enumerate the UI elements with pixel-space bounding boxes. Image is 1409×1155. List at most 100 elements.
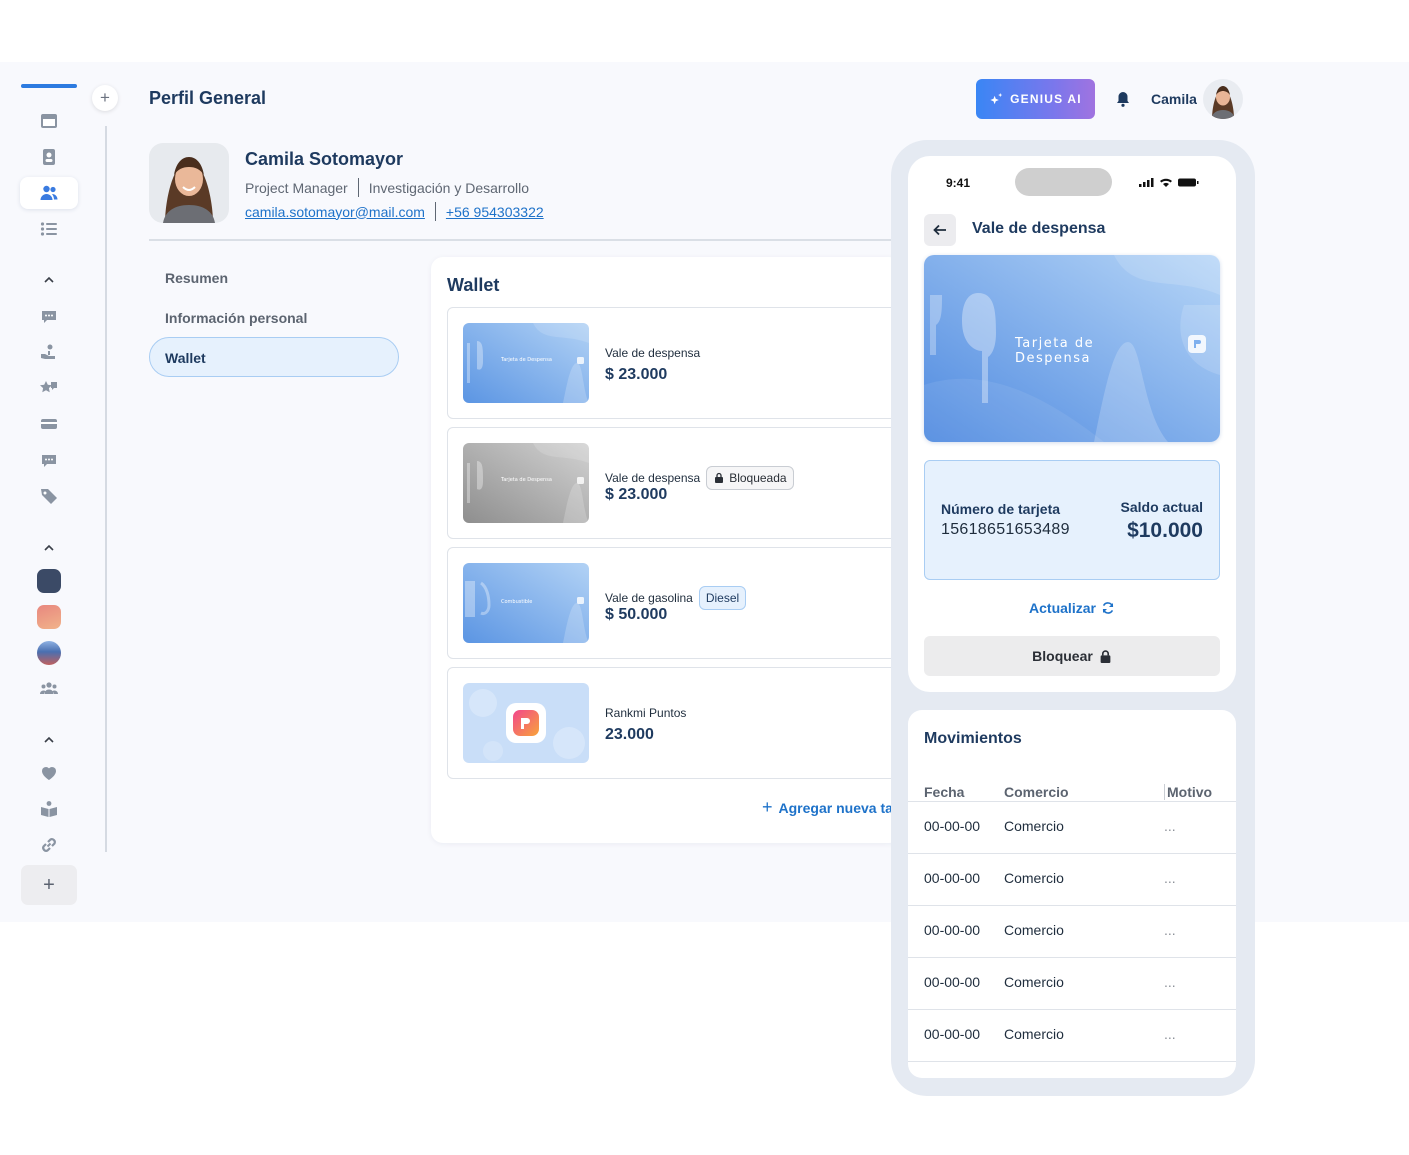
chat-icon [42, 311, 56, 323]
card-text-line2: Despensa [1015, 351, 1091, 366]
card-thumbnail [463, 683, 589, 763]
profile-divider [149, 239, 899, 241]
refresh-label: Actualizar [1029, 600, 1096, 616]
cell-reason: ... [1164, 1026, 1176, 1042]
rail-app-3[interactable] [20, 637, 78, 669]
cell-merchant: Comercio [1004, 974, 1064, 990]
rail-chat[interactable] [20, 300, 78, 332]
star-chat-icon [40, 381, 57, 393]
lock-icon [715, 472, 724, 483]
nav-wallet[interactable]: Wallet [149, 337, 399, 377]
cell-reason: ... [1164, 922, 1176, 938]
add-card-button[interactable]: + Agregar nueva tarjeta [762, 797, 901, 818]
profile-photo [149, 143, 229, 223]
table-row[interactable]: 00-00-00 Comercio ... [908, 1010, 1236, 1062]
card-thumbnail: Tarjeta de Despensa [463, 323, 589, 403]
status-icons [1139, 178, 1199, 187]
book-icon [41, 801, 57, 817]
group-icon [40, 682, 58, 694]
card-text-line1: Tarjeta de [1014, 336, 1094, 351]
wallet-card[interactable]: Tarjeta de Despensa Vale de despensa Blo… [447, 427, 901, 539]
column-header[interactable]: Fecha [924, 784, 964, 800]
column-header[interactable]: Comercio [1004, 784, 1069, 800]
card-number-label: Número de tarjeta [941, 501, 1061, 517]
balance-label: Saldo actual [1120, 499, 1203, 515]
rail-section-collapse[interactable] [20, 264, 78, 296]
rail-links[interactable] [20, 829, 78, 861]
rail-section-collapse[interactable] [20, 532, 78, 564]
bell-icon[interactable] [1114, 90, 1132, 108]
status-badge: Bloqueada [706, 466, 794, 490]
nav-resumen[interactable]: Resumen [165, 270, 228, 286]
rail-favorites[interactable] [20, 757, 78, 789]
rail-app-1[interactable] [20, 565, 78, 597]
badge-text: Bloqueada [729, 471, 787, 485]
movements-panel: Movimientos Fecha Comercio Motivo 00-00-… [908, 710, 1236, 1078]
profile-email-link[interactable]: camila.sotomayor@mail.com [245, 204, 425, 220]
table-row[interactable]: 00-00-00 Comercio ... [908, 906, 1236, 958]
genius-ai-button[interactable]: GENIUS AI [976, 79, 1095, 119]
user-name[interactable]: Camila [1151, 91, 1197, 107]
wallet-card[interactable]: Rankmi Puntos 23.000 [447, 667, 901, 779]
rail-people[interactable] [20, 177, 78, 209]
rail-messages[interactable] [20, 444, 78, 476]
table-row[interactable]: 00-00-00 Comercio ... [908, 958, 1236, 1010]
badge-text: Diesel [705, 591, 740, 605]
rail-benefits[interactable] [20, 336, 78, 368]
cell-date: 00-00-00 [924, 818, 981, 834]
nav-informacion-personal[interactable]: Información personal [165, 310, 307, 326]
cell-date: 00-00-00 [924, 974, 981, 990]
left-rail: + [20, 84, 78, 914]
table-row[interactable]: 00-00-00 Comercio ... [908, 802, 1236, 854]
rail-card[interactable] [20, 408, 78, 440]
credit-card-icon [41, 419, 57, 429]
rail-app-2[interactable] [20, 601, 78, 633]
dynamic-island [1015, 168, 1112, 196]
card-label-text: Rankmi Puntos [605, 706, 687, 720]
wallet-card[interactable]: Tarjeta de Despensa Vale de despensa $ 2… [447, 307, 901, 419]
card-label: Rankmi Puntos [605, 706, 686, 720]
people-icon [40, 185, 58, 200]
rail-learning[interactable] [20, 793, 78, 825]
rail-contacts[interactable] [20, 141, 78, 173]
cell-merchant: Comercio [1004, 1026, 1064, 1042]
rail-expand-button[interactable]: + [92, 85, 118, 111]
rail-groups[interactable] [20, 673, 78, 705]
list-icon [40, 222, 57, 236]
rail-active-indicator [21, 84, 77, 88]
wallet-card[interactable]: Combustible Vale de gasolina Diesel $ 50… [447, 547, 901, 659]
block-label: Bloquear [1032, 648, 1093, 664]
contact-card-icon [43, 149, 55, 165]
refresh-button[interactable]: Actualizar [908, 600, 1236, 616]
card-thumbnail: Combustible [463, 563, 589, 643]
back-button[interactable] [924, 214, 956, 246]
movements-header: Fecha Comercio Motivo [908, 768, 1236, 802]
fuel-type-badge: Diesel [698, 586, 747, 610]
lock-icon [1100, 649, 1111, 663]
hand-coin-icon [41, 344, 55, 359]
card-label-text: Vale de despensa [605, 471, 701, 485]
table-row[interactable]: 00-00-00 Comercio ... [908, 854, 1236, 906]
profile-phone-link[interactable]: +56 954303322 [446, 204, 544, 220]
page-title: Perfil General [149, 88, 267, 108]
column-header[interactable]: Motivo [1164, 784, 1212, 800]
chat-icon [42, 455, 56, 467]
rail-recognition[interactable] [20, 372, 78, 404]
cell-merchant: Comercio [1004, 922, 1064, 938]
sparkle-icon [990, 92, 1003, 104]
avatar[interactable] [1203, 79, 1243, 119]
rail-calendar[interactable] [20, 105, 78, 137]
rail-section-collapse[interactable] [20, 724, 78, 756]
phone-title: Vale de despensa [972, 220, 1106, 237]
profile-department: Investigación y Desarrollo [368, 179, 530, 196]
phone-mockup: 9:41 Vale de despensa Tarjeta de Despens… [891, 140, 1255, 1096]
rail-tags[interactable] [20, 480, 78, 512]
profile-role: Project Manager [245, 179, 348, 196]
block-card-button[interactable]: Bloquear [924, 636, 1220, 676]
tag-icon [41, 489, 57, 504]
card-thumb-text: Tarjeta de Despensa [500, 357, 552, 363]
rail-list[interactable] [20, 213, 78, 245]
plus-icon: + [762, 797, 773, 817]
rail-add-button[interactable]: + [21, 865, 77, 905]
wallet-panel: Wallet Tarjeta de Despensa Vale de despe… [431, 257, 901, 843]
